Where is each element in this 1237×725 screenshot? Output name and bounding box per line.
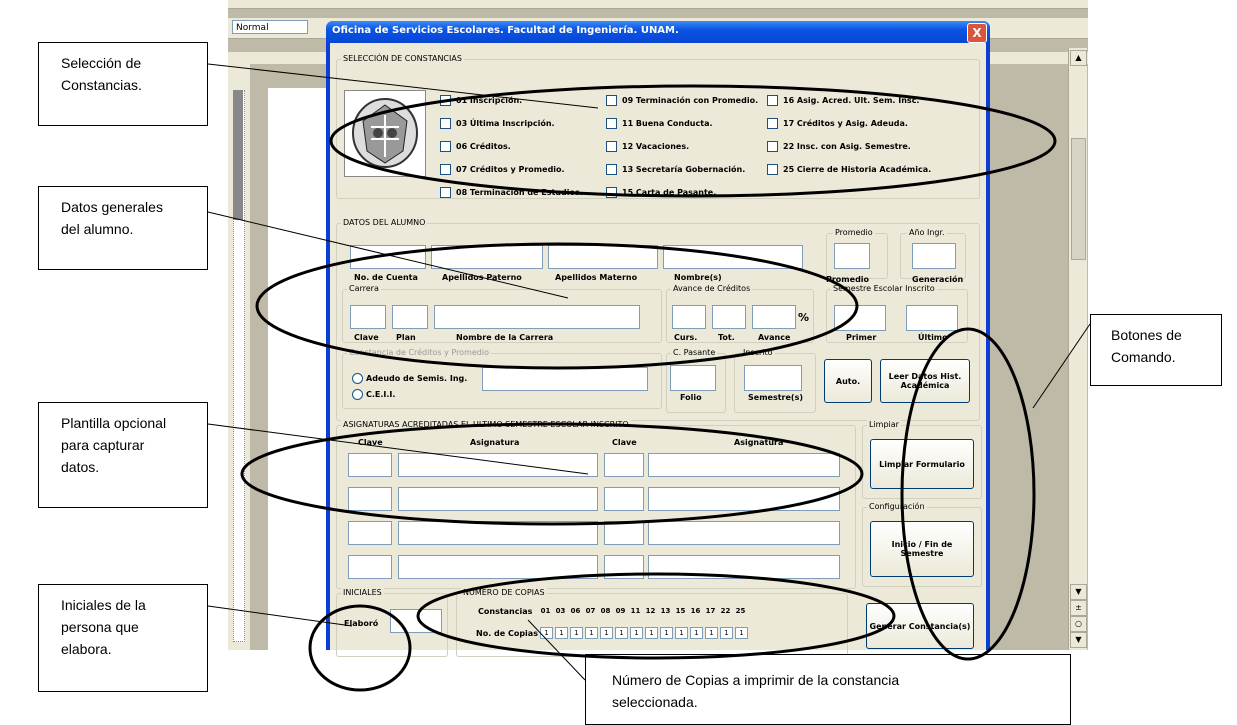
leader-seleccion xyxy=(207,63,599,109)
ellipse-iniciales xyxy=(308,604,412,692)
ellipse-plantilla xyxy=(240,422,864,526)
ellipse-seleccion xyxy=(329,84,1057,198)
leader-iniciales xyxy=(207,605,353,627)
ellipse-botones xyxy=(900,327,1036,661)
leader-datos xyxy=(207,211,569,299)
annotation-overlay xyxy=(207,63,1091,692)
ellipse-copias xyxy=(416,572,896,660)
leader-numero xyxy=(527,619,586,681)
leader-botones xyxy=(1032,323,1091,409)
ellipse-datos xyxy=(255,242,859,370)
